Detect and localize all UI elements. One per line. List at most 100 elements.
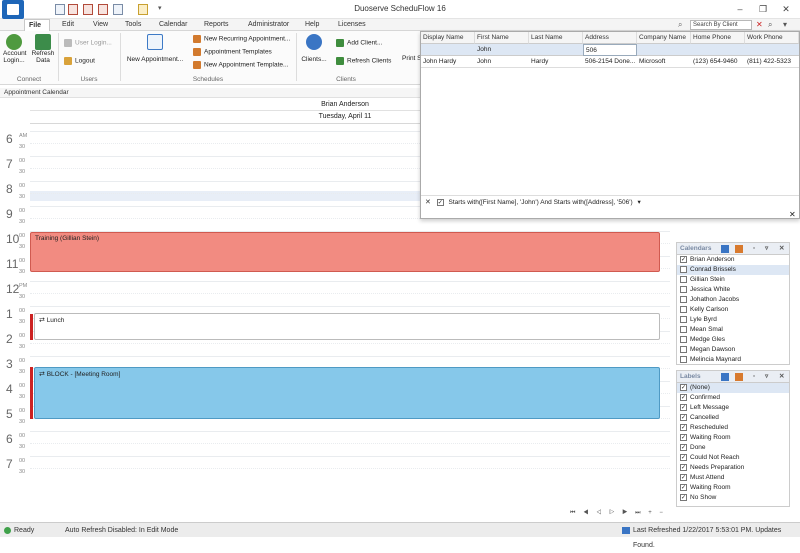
time-slot[interactable] xyxy=(30,418,670,428)
new-appointment-button[interactable]: New Appointment... xyxy=(124,34,186,63)
checkbox[interactable] xyxy=(680,315,687,323)
clients-button[interactable]: Clients... xyxy=(300,34,328,63)
appointment-templates-button[interactable]: Appointment Templates xyxy=(193,48,272,56)
column-header[interactable]: Company Name xyxy=(637,32,691,44)
panel-pin-icon[interactable]: ▿ xyxy=(765,371,768,383)
time-slot[interactable] xyxy=(30,293,670,303)
column-header[interactable]: Home Phone xyxy=(691,32,745,44)
tab-tools[interactable]: Tools xyxy=(121,19,145,31)
time-slot[interactable] xyxy=(30,443,670,453)
filter-row[interactable]: John 506 xyxy=(421,44,799,56)
list-item[interactable]: ✓ Cancelled xyxy=(677,413,789,423)
checkbox[interactable] xyxy=(680,275,687,283)
filter-icon[interactable]: ▾ xyxy=(783,20,787,29)
tab-edit[interactable]: Edit xyxy=(58,19,78,31)
add-client-button[interactable]: Add Client... xyxy=(336,39,382,47)
checkbox[interactable]: ✓ xyxy=(680,255,687,263)
tab-help[interactable]: Help xyxy=(301,19,323,31)
close-button[interactable]: ✕ xyxy=(778,2,794,17)
column-header[interactable]: Work Phone xyxy=(745,32,799,44)
checkbox[interactable] xyxy=(680,335,687,343)
tab-view[interactable]: View xyxy=(89,19,112,31)
list-item[interactable]: Gillian Stein xyxy=(677,275,789,285)
list-item[interactable]: Melincia Maynard xyxy=(677,355,789,365)
logout-button[interactable]: Logout xyxy=(64,57,95,65)
search-input[interactable]: Search By Client xyxy=(690,20,752,30)
list-item[interactable]: Johathon Jacobs xyxy=(677,295,789,305)
time-slot[interactable] xyxy=(30,218,670,228)
search-go-icon[interactable]: ⌕ xyxy=(768,20,772,30)
list-item[interactable]: Lyle Byrd xyxy=(677,315,789,325)
checkbox[interactable]: ✓ xyxy=(680,493,687,501)
list-item[interactable]: Medge Gles xyxy=(677,335,789,345)
labels-color-icon[interactable] xyxy=(735,373,743,381)
new-template-button[interactable]: New Appointment Template... xyxy=(193,61,288,69)
list-item[interactable]: ✓ Confirmed xyxy=(677,393,789,403)
list-item[interactable]: ✓ Waiting Room xyxy=(677,483,789,493)
checkbox[interactable]: ✓ xyxy=(680,393,687,401)
list-item[interactable]: ✓ Done xyxy=(677,443,789,453)
checkbox[interactable] xyxy=(680,265,687,273)
list-item[interactable]: ✓ (None) xyxy=(677,383,789,393)
close-grid-icon[interactable]: ✕ xyxy=(789,210,796,219)
list-item[interactable]: Mean Smal xyxy=(677,325,789,335)
panel-pin-icon[interactable]: ▿ xyxy=(765,243,768,255)
column-header[interactable]: Address xyxy=(583,32,637,44)
search-mode-icon[interactable]: ⌕ xyxy=(678,20,682,30)
appointment-block[interactable]: ⇄ BLOCK - [Meeting Room] xyxy=(34,367,660,419)
checkbox[interactable]: ✓ xyxy=(680,433,687,441)
client-search-grid[interactable]: Display Name First Name Last Name Addres… xyxy=(420,31,800,219)
appointment-lunch[interactable]: ⇄ Lunch xyxy=(34,313,660,340)
time-slot[interactable] xyxy=(30,468,670,478)
maximize-button[interactable]: ❐ xyxy=(755,2,771,17)
checkbox[interactable]: ✓ xyxy=(680,473,687,481)
filter-enable-checkbox[interactable]: ✓ xyxy=(436,198,444,206)
clear-search-icon[interactable]: ✕ xyxy=(756,20,763,29)
column-header[interactable]: Last Name xyxy=(529,32,583,44)
checkbox[interactable]: ✓ xyxy=(680,443,687,451)
checkbox[interactable] xyxy=(680,345,687,353)
panel-close-icon[interactable]: ✕ xyxy=(779,371,784,383)
list-item[interactable]: Jessica White xyxy=(677,285,789,295)
filter-dropdown-icon[interactable]: ▾ xyxy=(637,199,640,206)
checkbox[interactable]: ✓ xyxy=(680,413,687,421)
checkbox[interactable] xyxy=(680,305,687,313)
minimize-button[interactable]: – xyxy=(732,2,748,17)
time-slot[interactable] xyxy=(30,456,670,466)
tab-file[interactable]: File xyxy=(24,19,50,31)
checkbox[interactable]: ✓ xyxy=(680,403,687,411)
checkbox[interactable]: ✓ xyxy=(680,483,687,491)
checkbox[interactable]: ✓ xyxy=(680,383,687,391)
appointment-training[interactable]: Training (Gillian Stein) xyxy=(30,232,660,272)
list-item[interactable]: ✓ Rescheduled xyxy=(677,423,789,433)
table-row[interactable]: John Hardy John Hardy 506-2154 Done... M… xyxy=(421,56,799,68)
list-item[interactable]: ✓ Waiting Room xyxy=(677,433,789,443)
tab-reports[interactable]: Reports xyxy=(200,19,233,31)
account-login-button[interactable]: Account Login... xyxy=(3,34,27,64)
checkbox[interactable]: ✓ xyxy=(680,423,687,431)
list-item[interactable]: ✓ Could Not Reach xyxy=(677,453,789,463)
list-item[interactable]: Conrad Brissels xyxy=(677,265,789,275)
filter-cell-first-name[interactable]: John xyxy=(475,44,529,56)
refresh-data-button[interactable]: Refresh Data xyxy=(31,34,55,64)
panel-close-icon[interactable]: ✕ xyxy=(779,243,784,255)
list-item[interactable]: Kelly Carlson xyxy=(677,305,789,315)
time-slot[interactable] xyxy=(30,343,670,353)
checkbox[interactable] xyxy=(680,325,687,333)
list-item[interactable]: ✓ Needs Preparation xyxy=(677,463,789,473)
user-login-button[interactable]: User Login... xyxy=(64,39,112,47)
calendar-nav[interactable]: ⏮ ◀ ◁ ▷ ▶ ⏭ + − xyxy=(570,510,666,517)
checkbox[interactable] xyxy=(680,285,687,293)
calendar-view-icon[interactable] xyxy=(721,245,729,253)
time-slot[interactable] xyxy=(30,431,670,441)
tab-licenses[interactable]: Licenses xyxy=(334,19,370,31)
checkbox[interactable] xyxy=(680,355,687,363)
time-slot[interactable] xyxy=(30,281,670,291)
list-item[interactable]: ✓ Must Attend xyxy=(677,473,789,483)
column-header[interactable]: Display Name xyxy=(421,32,475,44)
time-slot[interactable] xyxy=(30,356,670,366)
calendar-color-icon[interactable] xyxy=(735,245,743,253)
tab-calendar[interactable]: Calendar xyxy=(155,19,191,31)
refresh-clients-button[interactable]: Refresh Clients xyxy=(336,57,391,65)
list-item[interactable]: ✓ Left Message xyxy=(677,403,789,413)
